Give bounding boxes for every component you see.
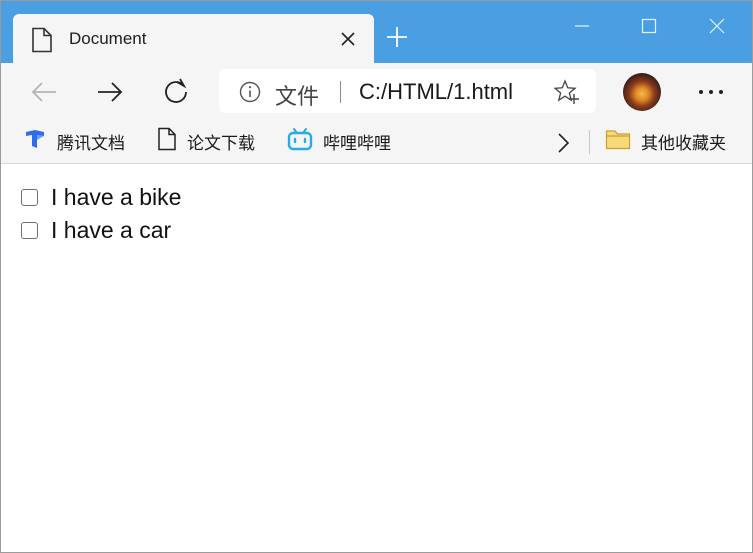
tab-title: Document <box>69 29 147 48</box>
favorite-item-tencent-docs[interactable]: 腾讯文档 <box>23 127 125 155</box>
address-scheme-label: 文件 <box>275 84 320 109</box>
other-favorites-folder[interactable]: 其他收藏夹 <box>605 127 726 155</box>
favorite-label: 哔哩哔哩 <box>323 133 391 153</box>
close-window-icon[interactable] <box>702 11 732 41</box>
folder-icon <box>605 128 631 155</box>
refresh-icon[interactable] <box>159 75 193 109</box>
favorite-label: 论文下载 <box>187 133 255 153</box>
minimize-icon[interactable] <box>567 11 597 41</box>
bike-checkbox[interactable] <box>21 189 38 206</box>
page-icon <box>31 27 53 53</box>
forward-arrow-icon[interactable] <box>93 75 127 109</box>
address-bar[interactable]: 文件 C:/HTML/1.html <box>219 69 596 113</box>
car-checkbox[interactable] <box>21 222 38 239</box>
chevron-right-icon[interactable] <box>551 131 575 155</box>
bilibili-icon <box>287 127 313 156</box>
car-checkbox-label[interactable]: I have a car <box>51 217 171 244</box>
address-divider <box>340 81 341 103</box>
url-text[interactable]: C:/HTML/1.html <box>359 79 513 105</box>
new-tab-plus-icon[interactable] <box>383 23 411 51</box>
favorites-bar: 腾讯文档 论文下载 哔哩哔哩 其他收藏夹 <box>1 119 752 164</box>
navigation-toolbar: 文件 C:/HTML/1.html <box>1 63 752 119</box>
favorite-item-paper-download[interactable]: 论文下载 <box>157 127 255 155</box>
favorite-label: 腾讯文档 <box>57 133 125 153</box>
other-favorites-label: 其他收藏夹 <box>641 133 726 153</box>
checkbox-row-bike[interactable]: I have a bike <box>21 184 181 211</box>
bike-checkbox-label[interactable]: I have a bike <box>51 184 181 211</box>
browser-window: Document 文件 C:/HTML/1.html 腾讯文档 论文下载 哔哩哔… <box>0 0 753 553</box>
page-icon <box>157 127 177 156</box>
tencent-docs-icon <box>23 127 47 156</box>
profile-avatar[interactable] <box>623 73 661 111</box>
maximize-icon[interactable] <box>634 11 664 41</box>
more-options-icon[interactable] <box>693 77 729 107</box>
title-bar: Document <box>1 1 752 63</box>
favorites-divider <box>589 130 590 154</box>
close-tab-icon[interactable] <box>335 26 361 52</box>
add-favorite-star-icon[interactable] <box>553 79 580 105</box>
checkbox-row-car[interactable]: I have a car <box>21 217 171 244</box>
info-icon[interactable] <box>239 81 261 103</box>
page-content: I have a bike I have a car <box>1 164 752 552</box>
tab-document[interactable]: Document <box>13 14 374 63</box>
favorite-item-bilibili[interactable]: 哔哩哔哩 <box>287 127 391 155</box>
back-arrow-icon[interactable] <box>27 75 61 109</box>
